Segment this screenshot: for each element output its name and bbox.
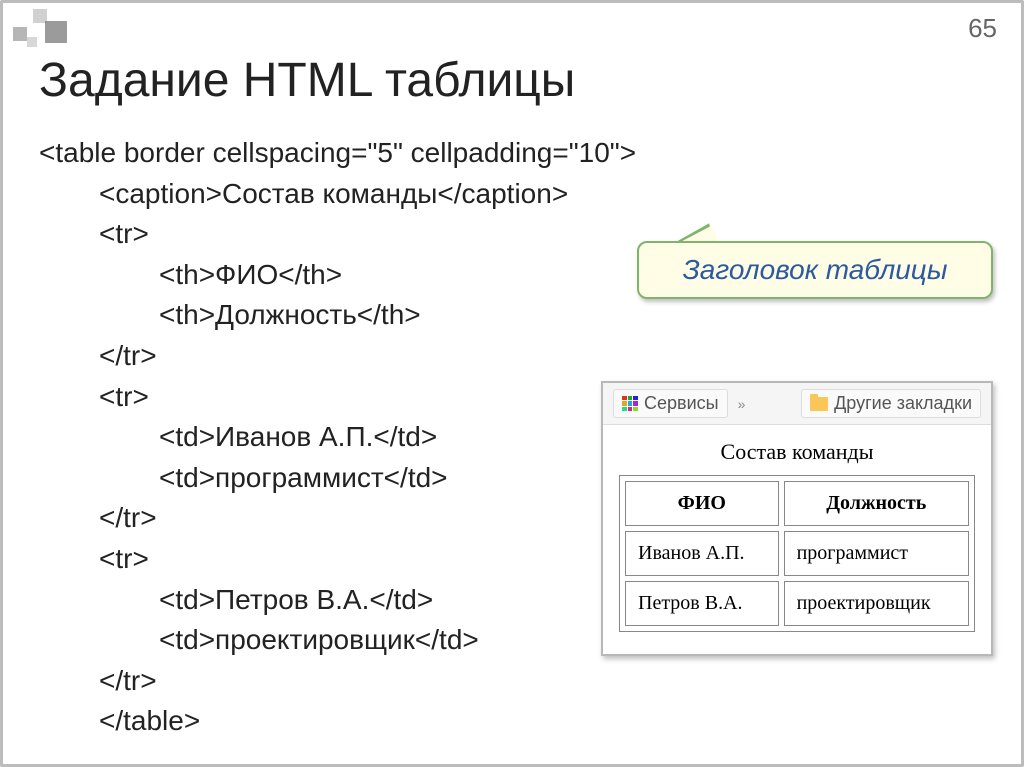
code-line: <th>Должность</th> <box>39 295 636 336</box>
code-line: <td>Петров В.А.</td> <box>39 580 636 621</box>
services-label: Сервисы <box>644 393 719 414</box>
table-cell: программист <box>784 531 969 576</box>
code-line: <tr> <box>39 539 636 580</box>
callout-text: Заголовок таблицы <box>683 254 948 286</box>
slide-title: Задание HTML таблицы <box>39 53 575 108</box>
bookmarks-label: Другие закладки <box>834 393 972 414</box>
browser-preview: Сервисы » Другие закладки Состав команды… <box>601 381 993 656</box>
folder-icon <box>810 397 828 411</box>
table-row: Иванов А.П. программист <box>625 531 969 576</box>
code-line: <tr> <box>39 377 636 418</box>
more-chevron[interactable]: » <box>734 396 750 412</box>
code-line: </tr> <box>39 661 636 702</box>
code-line: </tr> <box>39 336 636 377</box>
bookmarks-button[interactable]: Другие закладки <box>801 389 981 418</box>
code-line: <caption>Состав команды</caption> <box>39 174 636 215</box>
browser-body: Состав команды ФИО Должность Иванов А.П.… <box>603 425 991 654</box>
slide-corner-decoration <box>3 3 83 51</box>
code-line: </tr> <box>39 498 636 539</box>
html-code-block: <table border cellspacing="5" cellpaddin… <box>39 133 636 742</box>
table-row: Петров В.А. проектировщик <box>625 581 969 626</box>
code-line: <th>ФИО</th> <box>39 255 636 296</box>
table-row: ФИО Должность <box>625 481 969 526</box>
code-line: </table> <box>39 701 636 742</box>
table-caption: Состав команды <box>619 439 975 465</box>
apps-icon <box>622 396 638 412</box>
page-number: 65 <box>968 13 997 44</box>
rendered-table: ФИО Должность Иванов А.П. программист Пе… <box>619 475 975 632</box>
table-cell: Иванов А.П. <box>625 531 779 576</box>
code-line: <td>Иванов А.П.</td> <box>39 417 636 458</box>
code-line: <table border cellspacing="5" cellpaddin… <box>39 137 636 168</box>
table-header: ФИО <box>625 481 779 526</box>
callout-box: Заголовок таблицы <box>637 241 993 299</box>
code-line: <td>проектировщик</td> <box>39 620 636 661</box>
browser-toolbar: Сервисы » Другие закладки <box>603 383 991 425</box>
services-button[interactable]: Сервисы <box>613 389 728 418</box>
table-cell: проектировщик <box>784 581 969 626</box>
code-line: <td>программист</td> <box>39 458 636 499</box>
table-header: Должность <box>784 481 969 526</box>
table-cell: Петров В.А. <box>625 581 779 626</box>
code-line: <tr> <box>39 214 636 255</box>
